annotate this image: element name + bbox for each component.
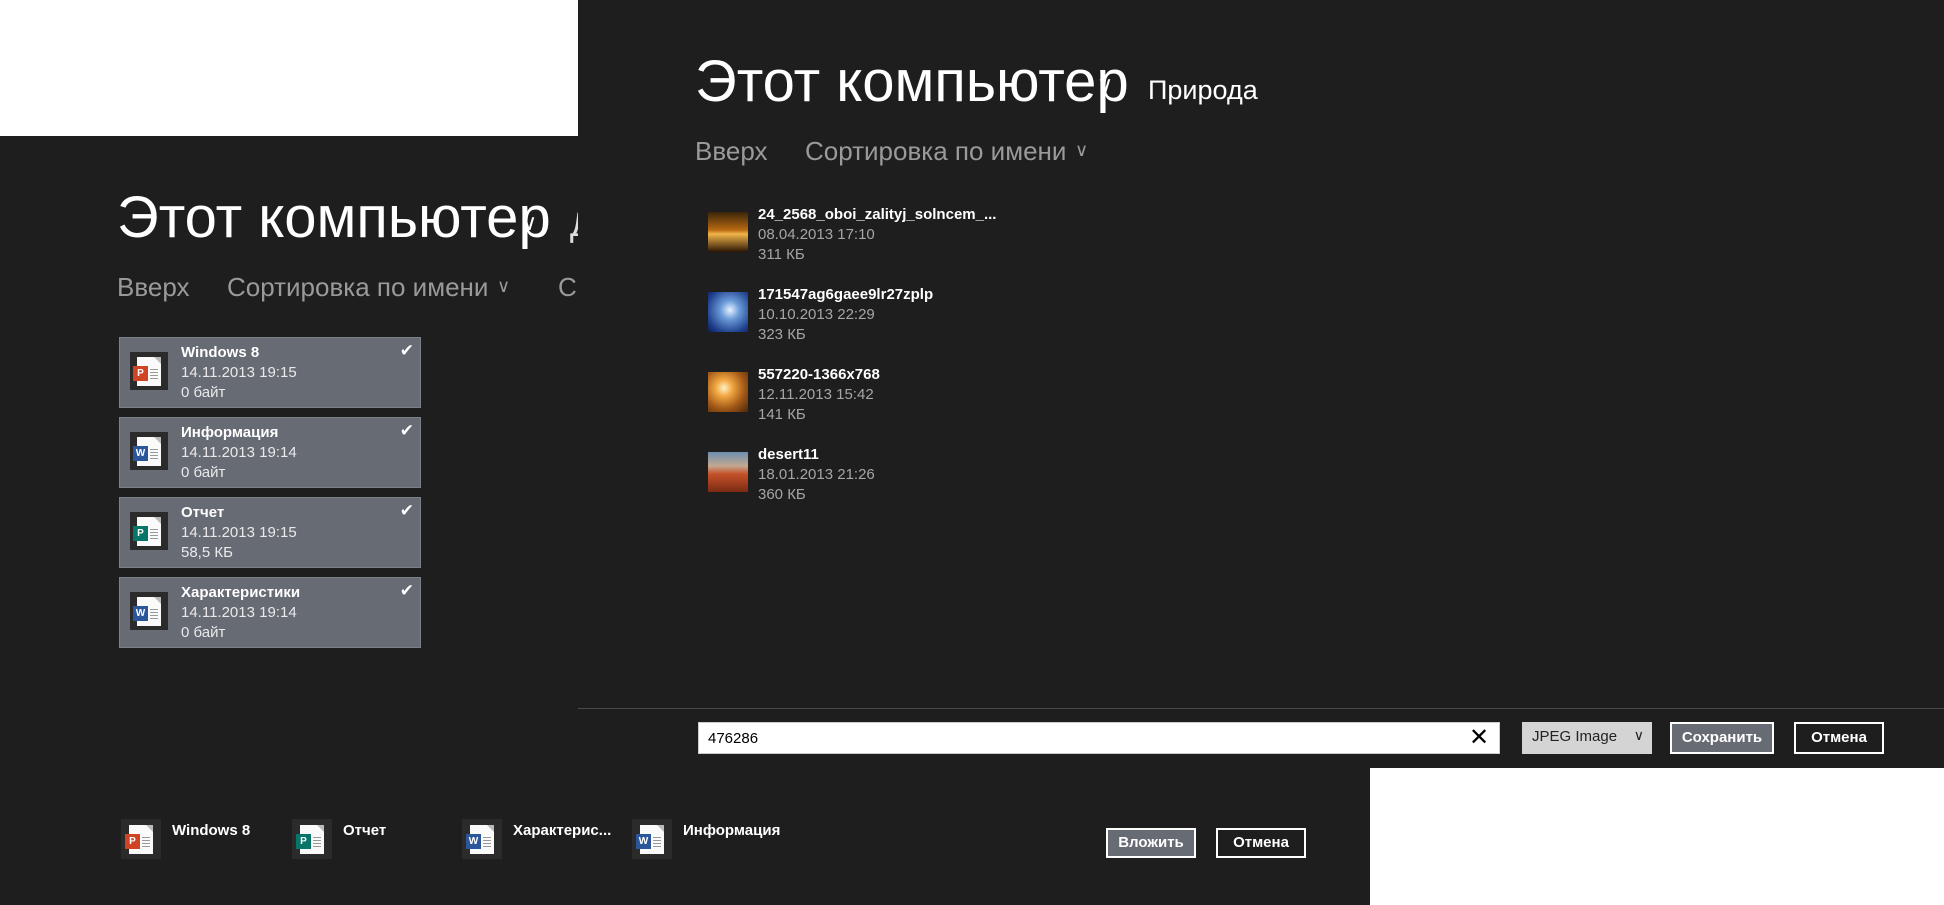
breadcrumb[interactable]: Д xyxy=(570,206,578,245)
file-name: Отчет xyxy=(181,504,225,521)
up-button[interactable]: Вверх xyxy=(117,272,190,303)
chevron-down-icon: ∨ xyxy=(1633,727,1644,743)
file-tile-selected[interactable]: W Информация 14.11.2013 19:14 0 байт ✔ xyxy=(119,417,421,488)
basket-item-label: Характерис... xyxy=(513,822,612,839)
file-size: 0 байт xyxy=(181,624,226,641)
file-date: 18.01.2013 21:26 xyxy=(758,466,875,483)
file-list-item[interactable]: 557220-1366x768 12.11.2013 15:42 141 КБ xyxy=(708,366,1088,428)
file-date: 08.04.2013 17:10 xyxy=(758,226,875,243)
basket-item-label: Отчет xyxy=(343,822,387,839)
file-name: 557220-1366x768 xyxy=(758,366,880,383)
word-file-icon: W xyxy=(632,819,672,859)
breadcrumb-folder[interactable]: Природа xyxy=(1148,75,1258,106)
checkmark-icon: ✔ xyxy=(399,501,414,520)
file-size: 0 байт xyxy=(181,464,226,481)
save-button[interactable]: Сохранить xyxy=(1670,722,1774,754)
sort-dropdown[interactable]: Сортировка по имени xyxy=(227,272,488,303)
file-name: Информация xyxy=(181,424,279,441)
basket-item-label: Windows 8 xyxy=(172,822,251,839)
chevron-down-icon[interactable]: ∨ xyxy=(521,210,537,236)
cancel-button[interactable]: Отмена xyxy=(1216,828,1306,858)
file-size: 141 КБ xyxy=(758,406,806,423)
file-size: 311 КБ xyxy=(758,246,805,263)
file-list-item[interactable]: 24_2568_oboi_zalityj_solncem_... 08.04.2… xyxy=(708,206,1088,268)
location-title[interactable]: Этот компьютер xyxy=(695,48,1129,115)
file-date: 12.11.2013 15:42 xyxy=(758,386,874,403)
image-thumbnail xyxy=(708,452,748,492)
chevron-down-icon[interactable]: ∨ xyxy=(1075,140,1088,161)
basket-item-label: Информация xyxy=(683,822,781,839)
chevron-down-icon[interactable]: ∨ xyxy=(1097,72,1113,98)
file-tile-selected[interactable]: P Отчет 14.11.2013 19:15 58,5 КБ ✔ xyxy=(119,497,421,568)
file-type-select[interactable]: JPEG Image ∨ xyxy=(1522,722,1652,754)
file-list-item[interactable]: desert11 18.01.2013 21:26 360 КБ xyxy=(708,446,1088,508)
up-button[interactable]: Вверх xyxy=(695,136,768,167)
image-thumbnail xyxy=(708,212,748,252)
file-name: desert11 xyxy=(758,446,819,463)
checkmark-icon: ✔ xyxy=(399,581,414,600)
publisher-file-icon: P xyxy=(130,512,168,550)
file-size: 360 КБ xyxy=(758,486,806,503)
powerpoint-file-icon: P xyxy=(130,352,168,390)
file-name-input[interactable] xyxy=(698,722,1500,754)
file-list-item[interactable]: 171547ag6gaee9lr27zplp 10.10.2013 22:29 … xyxy=(708,286,1088,348)
file-type-label: JPEG Image xyxy=(1532,728,1618,745)
file-size: 58,5 КБ xyxy=(181,544,233,561)
file-name: 24_2568_oboi_zalityj_solncem_... xyxy=(758,206,997,223)
file-tile-selected[interactable]: W Характеристики 14.11.2013 19:14 0 байт… xyxy=(119,577,421,648)
file-date: 14.11.2013 19:14 xyxy=(181,444,297,461)
file-date: 14.11.2013 19:15 xyxy=(181,524,297,541)
file-date: 14.11.2013 19:15 xyxy=(181,364,297,381)
file-tile-selected[interactable]: P Windows 8 14.11.2013 19:15 0 байт ✔ xyxy=(119,337,421,408)
file-size: 323 КБ xyxy=(758,326,806,343)
sort-dropdown[interactable]: Сортировка по имени xyxy=(805,136,1066,167)
word-file-icon: W xyxy=(130,592,168,630)
checkmark-icon: ✔ xyxy=(399,421,414,440)
location-title[interactable]: Этот компьютер xyxy=(117,184,551,251)
chevron-down-icon[interactable]: ∨ xyxy=(497,276,510,297)
file-name: Windows 8 xyxy=(181,344,260,361)
word-file-icon: W xyxy=(462,819,502,859)
file-name: 171547ag6gaee9lr27zplp xyxy=(758,286,934,303)
image-thumbnail xyxy=(708,372,748,412)
cancel-button[interactable]: Отмена xyxy=(1794,722,1884,754)
file-date: 14.11.2013 19:14 xyxy=(181,604,297,621)
file-date: 10.10.2013 22:29 xyxy=(758,306,875,323)
clear-icon[interactable]: ✕ xyxy=(1464,723,1494,753)
word-file-icon: W xyxy=(130,432,168,470)
save-picker-panel: Этот компьютер ∨ Природа Вверх Сортировк… xyxy=(578,0,1944,768)
image-thumbnail xyxy=(708,292,748,332)
powerpoint-file-icon: P xyxy=(121,819,161,859)
attach-button[interactable]: Вложить xyxy=(1106,828,1196,858)
divider xyxy=(578,708,1944,709)
toolbar-extra-link[interactable]: С xyxy=(558,272,577,303)
selected-files-basket: P Windows 8 P Отчет W Характерис... W Ин… xyxy=(0,766,1370,905)
file-size: 0 байт xyxy=(181,384,226,401)
checkmark-icon: ✔ xyxy=(399,341,414,360)
file-name: Характеристики xyxy=(181,584,301,601)
publisher-file-icon: P xyxy=(292,819,332,859)
